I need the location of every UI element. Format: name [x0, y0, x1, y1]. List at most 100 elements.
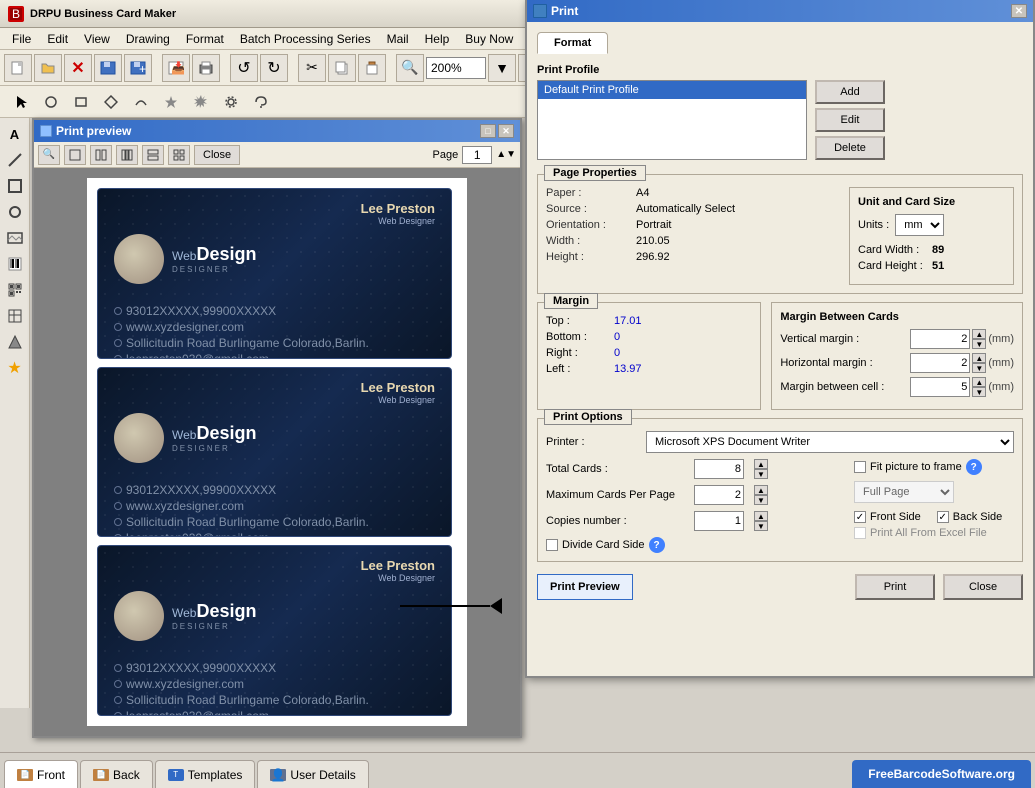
cell-margin-up[interactable]: ▲: [972, 377, 986, 387]
fit-frame-checkbox[interactable]: [854, 461, 866, 473]
brand-label: FreeBarcodeSoftware.org: [852, 760, 1031, 788]
menu-format[interactable]: Format: [178, 30, 232, 48]
printer-select[interactable]: Microsoft XPS Document Writer: [646, 431, 1014, 453]
paper-value: A4: [636, 187, 839, 199]
copies-up[interactable]: ▲: [754, 511, 768, 521]
cursor-tool[interactable]: [8, 89, 34, 115]
unknown-tool[interactable]: [248, 89, 274, 115]
fit-frame-help[interactable]: ?: [966, 459, 982, 475]
horizontal-margin-input[interactable]: [910, 353, 970, 373]
print-dialog-close[interactable]: ✕: [1011, 4, 1027, 18]
copy-button[interactable]: [328, 54, 356, 82]
edit-profile-button[interactable]: Edit: [815, 108, 885, 132]
table-tool[interactable]: [3, 304, 27, 328]
default-profile-item[interactable]: Default Print Profile: [538, 81, 806, 99]
add-profile-button[interactable]: Add: [815, 80, 885, 104]
format-tab[interactable]: Format: [537, 32, 608, 54]
draw-circle-tool[interactable]: [3, 200, 27, 224]
full-page-select[interactable]: Full Page: [854, 481, 954, 503]
menu-help[interactable]: Help: [417, 30, 458, 48]
menu-file[interactable]: File: [4, 30, 39, 48]
print-button[interactable]: Print: [855, 574, 935, 600]
cell-margin-input[interactable]: [910, 377, 970, 397]
print-button[interactable]: [192, 54, 220, 82]
pp-view1[interactable]: [64, 145, 86, 165]
close-file-button[interactable]: ✕: [64, 54, 92, 82]
card-logo-text-3: WebDesign: [172, 601, 256, 622]
total-cards-down[interactable]: ▼: [754, 469, 768, 479]
star-tool[interactable]: [158, 89, 184, 115]
vertical-margin-up[interactable]: ▲: [972, 329, 986, 339]
open-button[interactable]: [34, 54, 62, 82]
menu-buy-now[interactable]: Buy Now: [457, 30, 521, 48]
pp-resize-button[interactable]: □: [480, 124, 496, 138]
zoom-out-button[interactable]: 🔍: [396, 54, 424, 82]
pp-view4[interactable]: [142, 145, 164, 165]
circle-tool[interactable]: [38, 89, 64, 115]
image-tool[interactable]: [3, 226, 27, 250]
front-tab[interactable]: 📄 Front: [4, 760, 78, 788]
print-preview-button[interactable]: Print Preview: [537, 574, 633, 600]
pp-view3[interactable]: [116, 145, 138, 165]
star-insert-tool[interactable]: ★: [3, 356, 27, 380]
diamond-tool[interactable]: [98, 89, 124, 115]
vertical-margin-input[interactable]: [910, 329, 970, 349]
draw-rect-tool[interactable]: [3, 174, 27, 198]
pp-close-btn[interactable]: Close: [194, 145, 240, 165]
pp-view5[interactable]: [168, 145, 190, 165]
cut-button[interactable]: ✂: [298, 54, 326, 82]
pp-zoom-in[interactable]: 🔍: [38, 145, 60, 165]
zoom-dropdown-button[interactable]: ▼: [488, 54, 516, 82]
barcode-insert-tool[interactable]: [3, 252, 27, 276]
pp-page-input[interactable]: [462, 146, 492, 164]
shape-insert-tool[interactable]: [3, 330, 27, 354]
pp-page-spinner[interactable]: ▲▼: [496, 149, 516, 160]
front-side-checkbox[interactable]: [854, 511, 866, 523]
delete-profile-button[interactable]: Delete: [815, 136, 885, 160]
paste-button[interactable]: [358, 54, 386, 82]
horizontal-margin-down[interactable]: ▼: [972, 363, 986, 373]
qrcode-tool[interactable]: [3, 278, 27, 302]
divide-card-checkbox[interactable]: [546, 539, 558, 551]
card-phone-2: 93012XXXXX,99900XXXXX: [126, 483, 276, 497]
total-cards-input[interactable]: [694, 459, 744, 479]
excel-checkbox[interactable]: [854, 527, 866, 539]
cell-margin-down[interactable]: ▼: [972, 387, 986, 397]
menu-view[interactable]: View: [76, 30, 118, 48]
pp-close-button[interactable]: ✕: [498, 124, 514, 138]
units-select[interactable]: mm in cm: [895, 214, 944, 236]
vertical-margin-down[interactable]: ▼: [972, 339, 986, 349]
copies-down[interactable]: ▼: [754, 521, 768, 531]
undo-button[interactable]: ↺: [230, 54, 258, 82]
user-details-tab[interactable]: 👤 User Details: [257, 760, 368, 788]
arc-tool[interactable]: [128, 89, 154, 115]
horizontal-margin-up[interactable]: ▲: [972, 353, 986, 363]
back-side-checkbox[interactable]: [937, 511, 949, 523]
menu-edit[interactable]: Edit: [39, 30, 76, 48]
draw-line-tool[interactable]: [3, 148, 27, 172]
gear-tool[interactable]: [218, 89, 244, 115]
copies-input[interactable]: [694, 511, 744, 531]
burst-tool[interactable]: [188, 89, 214, 115]
menu-drawing[interactable]: Drawing: [118, 30, 178, 48]
pp-view2[interactable]: [90, 145, 112, 165]
divide-card-help[interactable]: ?: [649, 537, 665, 553]
back-tab[interactable]: 📄 Back: [80, 760, 153, 788]
max-cards-up[interactable]: ▲: [754, 485, 768, 495]
new-button[interactable]: [4, 54, 32, 82]
max-cards-input[interactable]: [694, 485, 744, 505]
menu-mail[interactable]: Mail: [379, 30, 417, 48]
save-as-button[interactable]: +: [124, 54, 152, 82]
max-cards-down[interactable]: ▼: [754, 495, 768, 505]
text-tool[interactable]: A: [3, 122, 27, 146]
zoom-input[interactable]: 200%: [426, 57, 486, 79]
templates-tab[interactable]: T Templates: [155, 760, 256, 788]
import-button[interactable]: 📥: [162, 54, 190, 82]
save-button[interactable]: [94, 54, 122, 82]
profile-list[interactable]: Default Print Profile: [537, 80, 807, 160]
close-dialog-button[interactable]: Close: [943, 574, 1023, 600]
redo-button[interactable]: ↻: [260, 54, 288, 82]
menu-batch[interactable]: Batch Processing Series: [232, 30, 379, 48]
rect-tool[interactable]: [68, 89, 94, 115]
total-cards-up[interactable]: ▲: [754, 459, 768, 469]
